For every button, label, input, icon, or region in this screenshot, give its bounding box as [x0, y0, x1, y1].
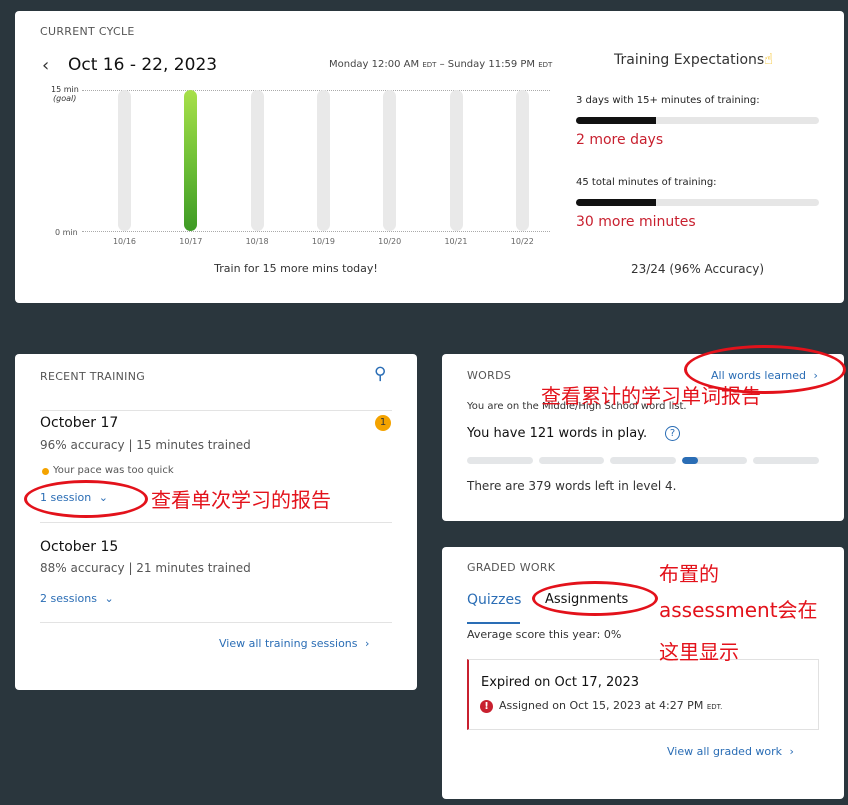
exp2-progress-fill	[576, 199, 657, 206]
cycle-window: Monday 12:00 AM EDT – Sunday 11:59 PM ED…	[329, 59, 553, 70]
entry-stats: 88% accuracy | 21 minutes trained	[40, 561, 251, 575]
cycle-range: Oct 16 - 22, 2023	[68, 55, 218, 75]
bar-10-17	[184, 90, 198, 231]
recent-divider-top	[40, 410, 392, 411]
day-label: 10/18	[245, 237, 269, 246]
level-segment	[539, 457, 604, 464]
bar-10-22	[515, 90, 529, 231]
assignment-assigned: Assigned on Oct 15, 2023 at 4:27 PM EDT.	[499, 699, 723, 712]
alert-icon: !	[480, 700, 493, 713]
level-segment	[467, 457, 533, 464]
exp1-label: 3 days with 15+ minutes of training:	[576, 95, 760, 106]
cycle-caption: CURRENT CYCLE	[40, 25, 135, 38]
tab-quizzes-underline	[467, 622, 520, 624]
y-axis-goal-label: (goal)	[53, 94, 77, 103]
entry-badge: 1	[375, 415, 391, 431]
average-score: Average score this year: 0%	[467, 628, 622, 641]
y-axis-bottom-label: 0 min	[55, 228, 78, 237]
view-all-graded-link[interactable]: View all graded work ›	[667, 745, 794, 758]
exp1-progress-fill	[576, 117, 657, 124]
expectations-title: Training Expectations	[614, 52, 765, 68]
y-axis-top-label: 15 min	[51, 85, 79, 94]
level-segment-current	[682, 457, 747, 464]
sessions-toggle[interactable]: 2 sessions ⌄	[40, 592, 114, 605]
exp2-remaining: 30 more minutes	[576, 214, 696, 230]
recent-divider-bottom	[40, 622, 392, 623]
level-segment	[610, 457, 676, 464]
day-label: 10/20	[378, 237, 402, 246]
annotation-assign: assessment会在	[659, 598, 818, 622]
day-label: 10/22	[510, 237, 534, 246]
recent-divider-mid	[40, 522, 392, 523]
recent-caption: RECENT TRAINING	[40, 370, 146, 383]
bar-10-21	[449, 90, 463, 231]
entry-date: October 15	[40, 539, 119, 555]
exp2-progress	[576, 199, 819, 206]
words-in-play: You have 121 words in play.	[467, 426, 648, 441]
zero-line	[82, 231, 550, 232]
level-segment-fill	[682, 457, 699, 464]
day-label: 10/16	[112, 237, 137, 246]
pace-dot-icon	[42, 468, 49, 475]
goal-line	[82, 90, 550, 91]
words-caption: WORDS	[467, 369, 512, 382]
assignment-expired: Expired on Oct 17, 2023	[481, 675, 640, 690]
entry-note: Your pace was too quick	[53, 465, 174, 476]
annotation-ellipse-session	[24, 480, 148, 518]
words-left: There are 379 words left in level 4.	[467, 479, 677, 493]
accuracy-summary: 23/24 (96% Accuracy)	[630, 262, 765, 276]
level-segment	[753, 457, 819, 464]
chevron-right-icon: ›	[789, 745, 794, 758]
day-label: 10/19	[311, 237, 335, 246]
bar-10-19	[316, 90, 330, 231]
chevron-right-icon: ›	[365, 637, 370, 650]
assignment-item[interactable]	[467, 659, 819, 730]
search-icon[interactable]: ⚲	[374, 364, 386, 384]
annotation-session: 查看单次学习的报告	[151, 488, 331, 512]
tab-quizzes[interactable]: Quizzes	[467, 592, 521, 608]
graded-caption: GRADED WORK	[467, 561, 556, 574]
chevron-down-icon: ⌄	[104, 592, 114, 605]
help-icon[interactable]: ?	[665, 426, 680, 441]
annotation-assign: 这里显示	[659, 640, 739, 664]
day-label: 10/21	[444, 237, 468, 246]
exp2-label: 45 total minutes of training:	[576, 177, 717, 188]
annotation-ellipse-assignments	[532, 581, 658, 616]
annotation-assign: 布置的	[659, 562, 719, 586]
bar-10-18	[250, 90, 264, 231]
prev-cycle-chevron-icon[interactable]: ‹	[42, 55, 49, 76]
entry-date: October 17	[40, 415, 119, 431]
exp1-progress	[576, 117, 819, 124]
view-all-training-link[interactable]: View all training sessions ›	[219, 637, 369, 650]
exp1-remaining: 2 more days	[576, 132, 664, 148]
cycle-footer: Train for 15 more mins today!	[214, 262, 378, 275]
entry-stats: 96% accuracy | 15 minutes trained	[40, 438, 251, 452]
pointing-hand-icon: ☝	[764, 50, 774, 68]
bar-10-20	[383, 90, 397, 231]
annotation-words: 查看累计的学习单词报告	[541, 384, 761, 408]
day-label: 10/17	[179, 237, 203, 246]
bar-10-16	[118, 90, 131, 231]
